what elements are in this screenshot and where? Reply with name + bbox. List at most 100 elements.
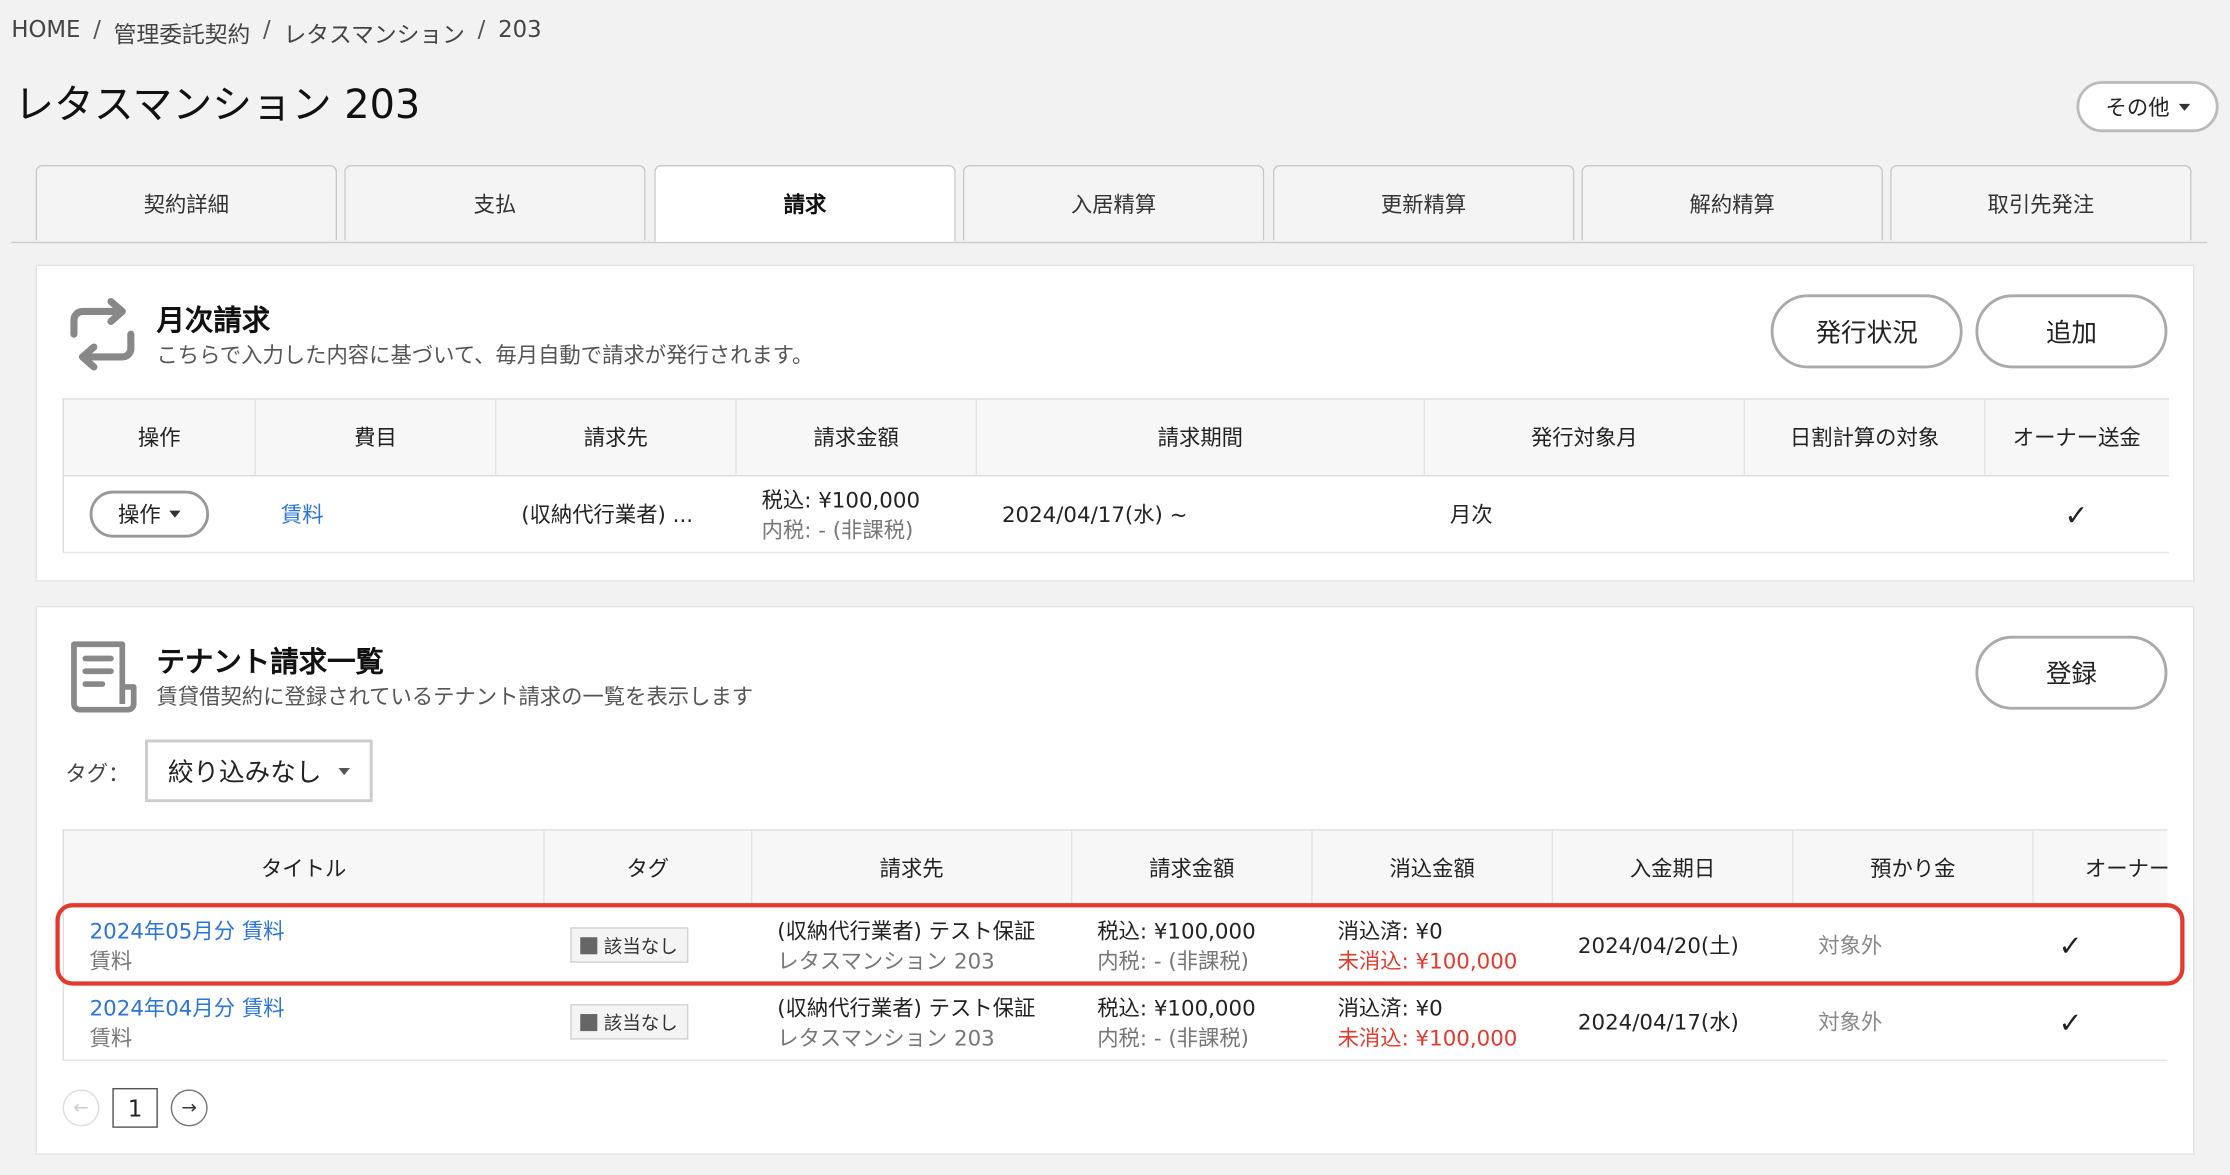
table-row: 2024年05月分 賃料 賃料 該当なし (収納代行業者) テスト保証 レタスマ… — [62, 906, 2168, 985]
invoice-title-link[interactable]: 2024年05月分 賃料 — [90, 915, 544, 945]
table-row: 2024年04月分 賃料 賃料 該当なし (収納代行業者) テスト保証 レタスマ… — [62, 983, 2168, 1061]
add-button[interactable]: 追加 — [1975, 294, 2168, 369]
column-header: 入金期日 — [1551, 829, 1793, 908]
prorate-cell — [1744, 475, 1985, 554]
tab-payments[interactable]: 支払 — [344, 164, 646, 241]
target-month-cell: 月次 — [1424, 475, 1745, 554]
tag-filter-select[interactable]: 絞り込みなし — [145, 739, 373, 803]
chevron-down-icon — [2178, 103, 2190, 111]
due-date-cell: 2024/04/20(土) — [1552, 906, 1793, 985]
column-header: 預かり金 — [1791, 829, 2034, 908]
amount-tax-note: 内税: - (非課税) — [1097, 1024, 1250, 1051]
table-header-row: タイトル タグ 請求先 請求金額 消込金額 入金期日 預かり金 オーナー — [62, 829, 2168, 908]
amount-tax-note: 内税: - (非課税) — [761, 516, 914, 543]
column-header: 費目 — [254, 398, 496, 477]
tag-label: 該当なし — [603, 937, 678, 959]
chevron-down-icon — [338, 767, 350, 776]
tag-color-swatch — [579, 936, 597, 954]
tab-bar: 契約詳細 支払 請求 入居精算 更新精算 解約精算 取引先発注 — [11, 164, 2208, 244]
tag-label: 該当なし — [603, 1014, 678, 1036]
operation-dropdown-button[interactable]: 操作 — [89, 490, 210, 538]
invoice-title-link[interactable]: 2024年04月分 賃料 — [90, 992, 544, 1022]
repeat-icon — [70, 297, 135, 371]
check-icon: ✓ — [2033, 983, 2168, 1061]
page-number-button[interactable]: 1 — [112, 1087, 158, 1128]
tag-color-swatch — [579, 1013, 597, 1031]
column-header: 請求期間 — [975, 398, 1425, 477]
column-header: 請求金額 — [1070, 829, 1312, 908]
table-row: 操作 賃料 (収納代行業者) ... 税込: ¥100,000 内税: - (非… — [62, 475, 2169, 554]
column-header: タグ — [543, 829, 752, 908]
monthly-billing-description: こちらで入力した内容に基づいて、毎月自動で請求が発行されます。 — [156, 342, 814, 369]
breadcrumb-separator: / — [477, 15, 486, 43]
cleared-amount: 消込済: ¥0 — [1337, 918, 1443, 944]
document-icon — [71, 641, 137, 713]
column-header: オーナー送金 — [1983, 398, 2169, 477]
column-header: 請求金額 — [735, 398, 977, 477]
tag-chip: 該当なし — [569, 1004, 688, 1040]
cleared-amount: 消込済: ¥0 — [1337, 994, 1443, 1021]
monthly-billing-table: 操作 費目 請求先 請求金額 請求期間 発行対象月 日割計算の対象 オーナー送金… — [62, 398, 2169, 554]
pagination: ← 1 → — [62, 1087, 208, 1128]
billing-period-cell: 2024/04/17(水) ~ — [976, 475, 1425, 554]
breadcrumb: HOME / 管理委託契約 / レタスマンション / 203 — [11, 16, 541, 50]
chevron-down-icon — [169, 510, 181, 518]
breadcrumb-separator: / — [263, 15, 271, 43]
monthly-billing-title: 月次請求 — [156, 302, 271, 338]
amount-incl-tax: 税込: ¥100,000 — [761, 487, 921, 513]
tenant-billing-title: テナント請求一覧 — [156, 644, 384, 679]
payee-name: (収納代行業者) テスト保証 — [777, 994, 1036, 1021]
column-header: オーナー — [2032, 829, 2168, 908]
tab-renewal-settlement[interactable]: 更新精算 — [1272, 164, 1575, 241]
tenant-billing-table-wrapper: タイトル タグ 請求先 請求金額 消込金額 入金期日 預かり金 オーナー 202… — [62, 829, 2168, 1061]
monthly-billing-card: 月次請求 こちらで入力した内容に基づいて、毎月自動で請求が発行されます。 発行状… — [35, 264, 2195, 582]
tenant-billing-description: 賃貸借契約に登録されているテナント請求の一覧を表示します — [156, 684, 754, 710]
tenant-billing-table: タイトル タグ 請求先 請求金額 消込金額 入金期日 預かり金 オーナー 202… — [62, 829, 2168, 1061]
page: HOME / 管理委託契約 / レタスマンション / 203 レタスマンション … — [0, 0, 2230, 1175]
page-title: レタスマンション 203 — [14, 81, 421, 128]
breadcrumb-contract[interactable]: 管理委託契約 — [114, 16, 251, 50]
payee-cell: (収納代行業者) ... — [495, 475, 736, 554]
tag-filter-label: タグ： — [65, 760, 130, 787]
column-header: 消込金額 — [1311, 829, 1553, 908]
tenant-billing-card: テナント請求一覧 賃貸借契約に登録されているテナント請求の一覧を表示します 登録… — [35, 605, 2195, 1155]
issue-status-button[interactable]: 発行状況 — [1770, 294, 1963, 369]
payee-property: レタスマンション 203 — [777, 1024, 995, 1051]
breadcrumb-building[interactable]: レタスマンション — [284, 16, 465, 50]
prev-page-arrow-icon[interactable]: ← — [62, 1089, 100, 1127]
invoice-subtitle: 賃料 — [89, 1024, 133, 1051]
check-icon: ✓ — [1984, 475, 2169, 554]
amount-incl-tax: 税込: ¥100,000 — [1097, 918, 1256, 944]
column-header: 請求先 — [750, 829, 1072, 908]
table-header-row: 操作 費目 請求先 請求金額 請求期間 発行対象月 日割計算の対象 オーナー送金 — [62, 398, 2169, 477]
breadcrumb-home[interactable]: HOME — [11, 16, 80, 50]
register-button[interactable]: 登録 — [1975, 635, 2168, 710]
breadcrumb-separator: / — [93, 15, 101, 43]
payee-name: (収納代行業者) テスト保証 — [777, 918, 1036, 944]
amount-incl-tax: 税込: ¥100,000 — [1097, 994, 1256, 1021]
payee-property: レタスマンション 203 — [777, 947, 995, 974]
tab-contract-details[interactable]: 契約詳細 — [35, 164, 338, 241]
amount-tax-note: 内税: - (非課税) — [1097, 947, 1250, 974]
breadcrumb-room: 203 — [498, 15, 542, 43]
column-header: 日割計算の対象 — [1743, 398, 1985, 477]
column-header: 請求先 — [494, 398, 736, 477]
billing-item-link[interactable]: 賃料 — [281, 502, 324, 528]
deposit-cell: 対象外 — [1792, 906, 2034, 985]
tab-vendor-orders[interactable]: 取引先発注 — [1890, 164, 2192, 241]
deposit-cell: 対象外 — [1792, 983, 2034, 1061]
tag-chip: 該当なし — [569, 927, 688, 963]
column-header: 発行対象月 — [1423, 398, 1745, 477]
more-button-label: その他 — [2105, 94, 2170, 121]
more-button[interactable]: その他 — [2076, 81, 2219, 133]
check-icon: ✓ — [2033, 906, 2168, 985]
column-header: タイトル — [62, 829, 544, 908]
uncleared-amount: 未消込: ¥100,000 — [1337, 947, 1518, 974]
column-header: 操作 — [62, 398, 256, 477]
next-page-arrow-icon[interactable]: → — [170, 1089, 208, 1127]
tab-cancellation-settlement[interactable]: 解約精算 — [1581, 164, 1883, 241]
tab-billing[interactable]: 請求 — [654, 164, 956, 242]
uncleared-amount: 未消込: ¥100,000 — [1337, 1024, 1518, 1051]
tag-filter-value: 絞り込みなし — [167, 758, 322, 788]
tab-move-in-settlement[interactable]: 入居精算 — [962, 164, 1265, 241]
